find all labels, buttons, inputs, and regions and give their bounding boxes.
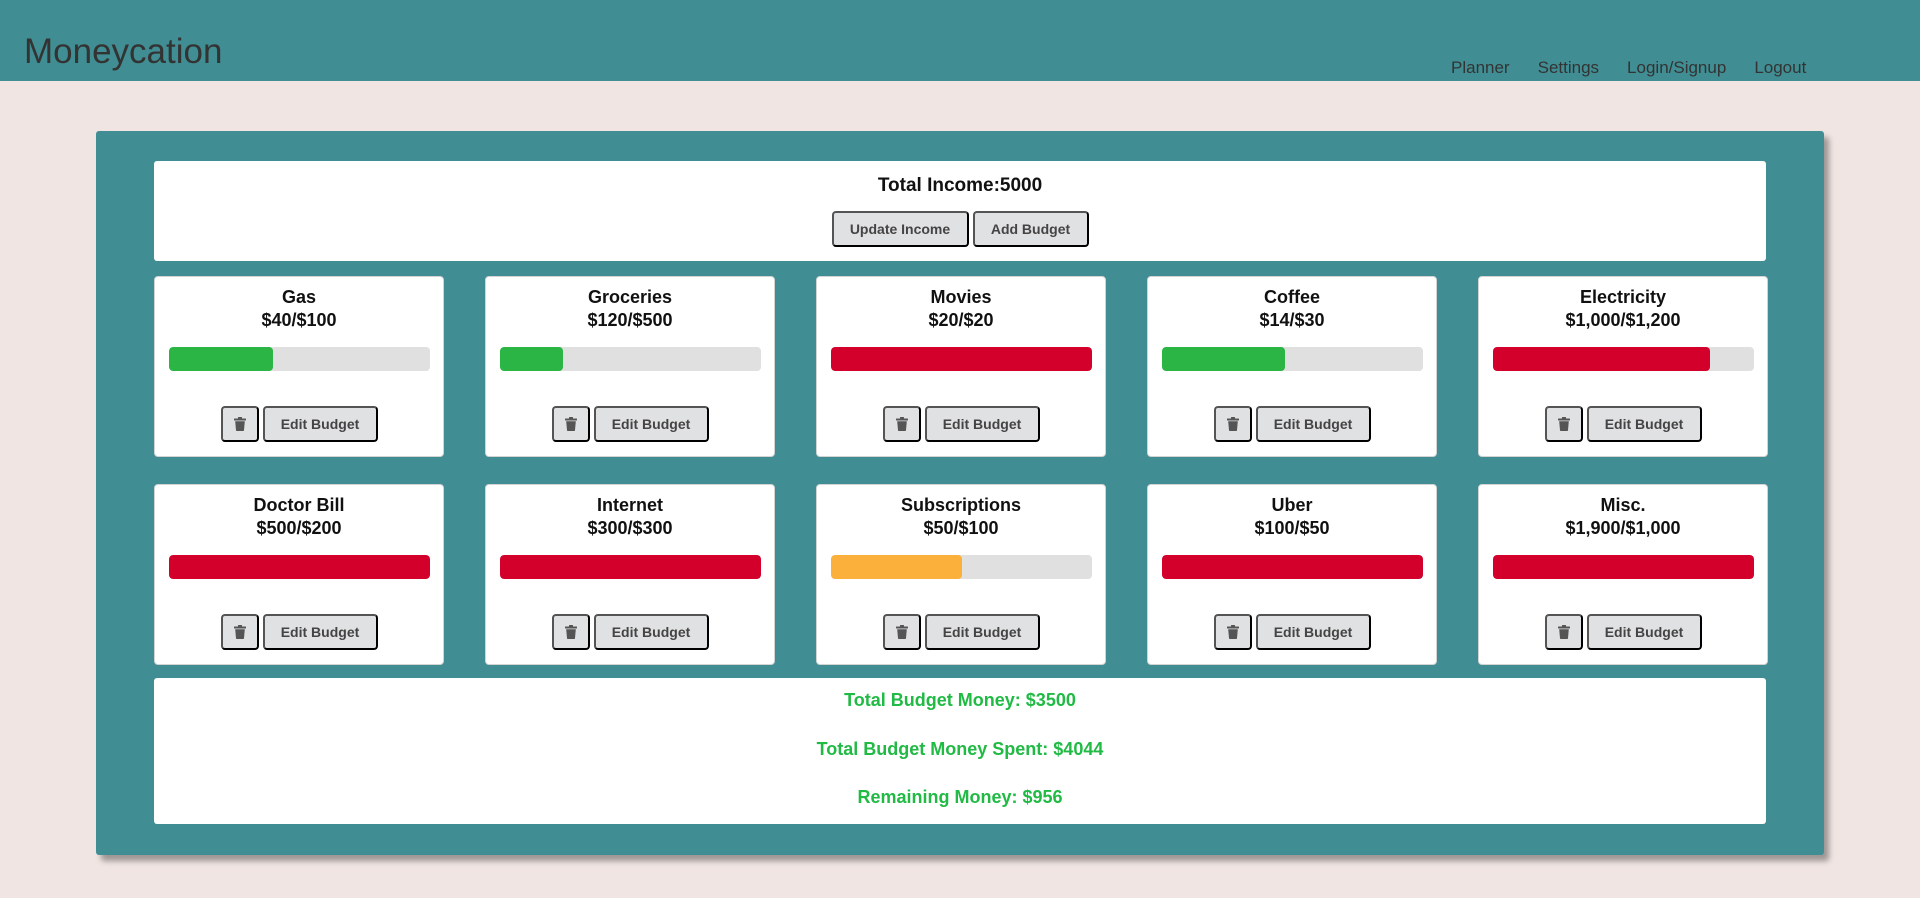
budget-progress-bar	[169, 347, 430, 371]
budget-card: Subscriptions $50/$100 Edit Budget	[816, 484, 1106, 665]
budget-amount: $40/$100	[261, 310, 337, 330]
budget-name: Internet	[596, 495, 663, 515]
income-section: Total Income:5000 Update Income Add Budg…	[154, 161, 1766, 261]
budget-amount: $100/$50	[1254, 518, 1330, 538]
total-budget-spent: Total Budget Money Spent: $4044	[816, 739, 1104, 759]
edit-budget-button[interactable]: Edit Budget	[1255, 406, 1371, 442]
total-income-label: Total Income:5000	[877, 175, 1043, 196]
edit-budget-button[interactable]: Edit Budget	[924, 406, 1040, 442]
trash-icon	[1226, 417, 1239, 431]
delete-budget-button[interactable]	[220, 614, 259, 650]
edit-budget-button[interactable]: Edit Budget	[262, 406, 378, 442]
edit-budget-button[interactable]: Edit Budget	[1586, 614, 1702, 650]
edit-budget-button[interactable]: Edit Budget	[593, 406, 709, 442]
budget-card: Gas $40/$100 Edit Budget	[154, 276, 444, 457]
add-budget-button[interactable]: Add Budget	[972, 211, 1089, 247]
budget-progress-fill	[169, 347, 274, 371]
edit-budget-button[interactable]: Edit Budget	[924, 614, 1040, 650]
budget-progress-bar	[169, 555, 430, 579]
budget-name: Groceries	[587, 287, 673, 307]
budget-amount: $1,000/$1,200	[1565, 310, 1681, 330]
budget-card: Electricity $1,000/$1,200 Edit Budget	[1478, 276, 1768, 457]
budget-progress-bar	[1493, 555, 1754, 579]
trash-icon	[1557, 417, 1570, 431]
trash-icon	[1557, 625, 1570, 639]
budget-card: Misc. $1,900/$1,000 Edit Budget	[1478, 484, 1768, 665]
delete-budget-button[interactable]	[551, 406, 590, 442]
brand-logo[interactable]: Moneycation	[24, 32, 222, 72]
budget-progress-fill	[1493, 555, 1754, 579]
delete-budget-button[interactable]	[220, 406, 259, 442]
budget-progress-fill	[169, 555, 430, 579]
budget-amount: $120/$500	[587, 310, 673, 330]
budget-name: Gas	[281, 287, 317, 307]
budget-name: Doctor Bill	[253, 495, 345, 515]
budget-amount: $14/$30	[1259, 310, 1325, 330]
trash-icon	[233, 417, 246, 431]
update-income-button[interactable]: Update Income	[831, 211, 969, 247]
summary-section: Total Budget Money: $3500 Total Budget M…	[154, 678, 1766, 824]
budget-progress-fill	[831, 555, 962, 579]
trash-icon	[1226, 625, 1239, 639]
edit-budget-button[interactable]: Edit Budget	[1255, 614, 1371, 650]
budget-amount: $20/$20	[928, 310, 994, 330]
trash-icon	[564, 417, 577, 431]
remaining-money: Remaining Money: $956	[857, 787, 1063, 807]
delete-budget-button[interactable]	[1544, 406, 1583, 442]
top-navbar: Moneycation Planner Settings Login/Signu…	[0, 0, 1920, 81]
budget-progress-bar	[1162, 555, 1423, 579]
budget-name: Electricity	[1579, 287, 1667, 307]
budget-progress-fill	[1493, 347, 1710, 371]
trash-icon	[233, 625, 246, 639]
nav-link-login-signup[interactable]: Login/Signup	[1627, 58, 1726, 78]
budget-card: Coffee $14/$30 Edit Budget	[1147, 276, 1437, 457]
total-budget-money: Total Budget Money: $3500	[844, 690, 1076, 710]
budget-progress-fill	[1162, 555, 1423, 579]
budget-amount: $50/$100	[923, 518, 999, 538]
budget-card: Groceries $120/$500 Edit Budget	[485, 276, 775, 457]
budget-name: Uber	[1271, 495, 1313, 515]
trash-icon	[895, 417, 908, 431]
budget-amount: $500/$200	[256, 518, 342, 538]
nav-link-settings[interactable]: Settings	[1538, 58, 1599, 78]
trash-icon	[895, 625, 908, 639]
budget-card: Movies $20/$20 Edit Budget	[816, 276, 1106, 457]
budget-progress-fill	[831, 347, 1092, 371]
nav-link-logout[interactable]: Logout	[1754, 58, 1806, 78]
trash-icon	[564, 625, 577, 639]
delete-budget-button[interactable]	[1213, 614, 1252, 650]
edit-budget-button[interactable]: Edit Budget	[1586, 406, 1702, 442]
delete-budget-button[interactable]	[551, 614, 590, 650]
budget-progress-bar	[1162, 347, 1423, 371]
budget-card: Doctor Bill $500/$200 Edit Budget	[154, 484, 444, 665]
budget-progress-bar	[500, 555, 761, 579]
budget-progress-bar	[831, 347, 1092, 371]
budget-progress-bar	[831, 555, 1092, 579]
budget-name: Misc.	[1600, 495, 1646, 515]
budget-amount: $300/$300	[587, 518, 673, 538]
delete-budget-button[interactable]	[882, 406, 921, 442]
budget-card: Internet $300/$300 Edit Budget	[485, 484, 775, 665]
delete-budget-button[interactable]	[1213, 406, 1252, 442]
budget-amount: $1,900/$1,000	[1565, 518, 1681, 538]
budget-progress-bar	[500, 347, 761, 371]
budget-name: Movies	[930, 287, 992, 307]
delete-budget-button[interactable]	[882, 614, 921, 650]
edit-budget-button[interactable]: Edit Budget	[262, 614, 378, 650]
budget-card: Uber $100/$50 Edit Budget	[1147, 484, 1437, 665]
budget-name: Subscriptions	[900, 495, 1021, 515]
budget-progress-fill	[500, 347, 563, 371]
budget-progress-fill	[500, 555, 761, 579]
budget-name: Coffee	[1263, 287, 1320, 307]
nav-link-planner[interactable]: Planner	[1451, 58, 1510, 78]
budget-progress-bar	[1493, 347, 1754, 371]
delete-budget-button[interactable]	[1544, 614, 1583, 650]
budget-progress-fill	[1162, 347, 1285, 371]
nav-links: Planner Settings Login/Signup Logout	[1451, 58, 1834, 78]
edit-budget-button[interactable]: Edit Budget	[593, 614, 709, 650]
